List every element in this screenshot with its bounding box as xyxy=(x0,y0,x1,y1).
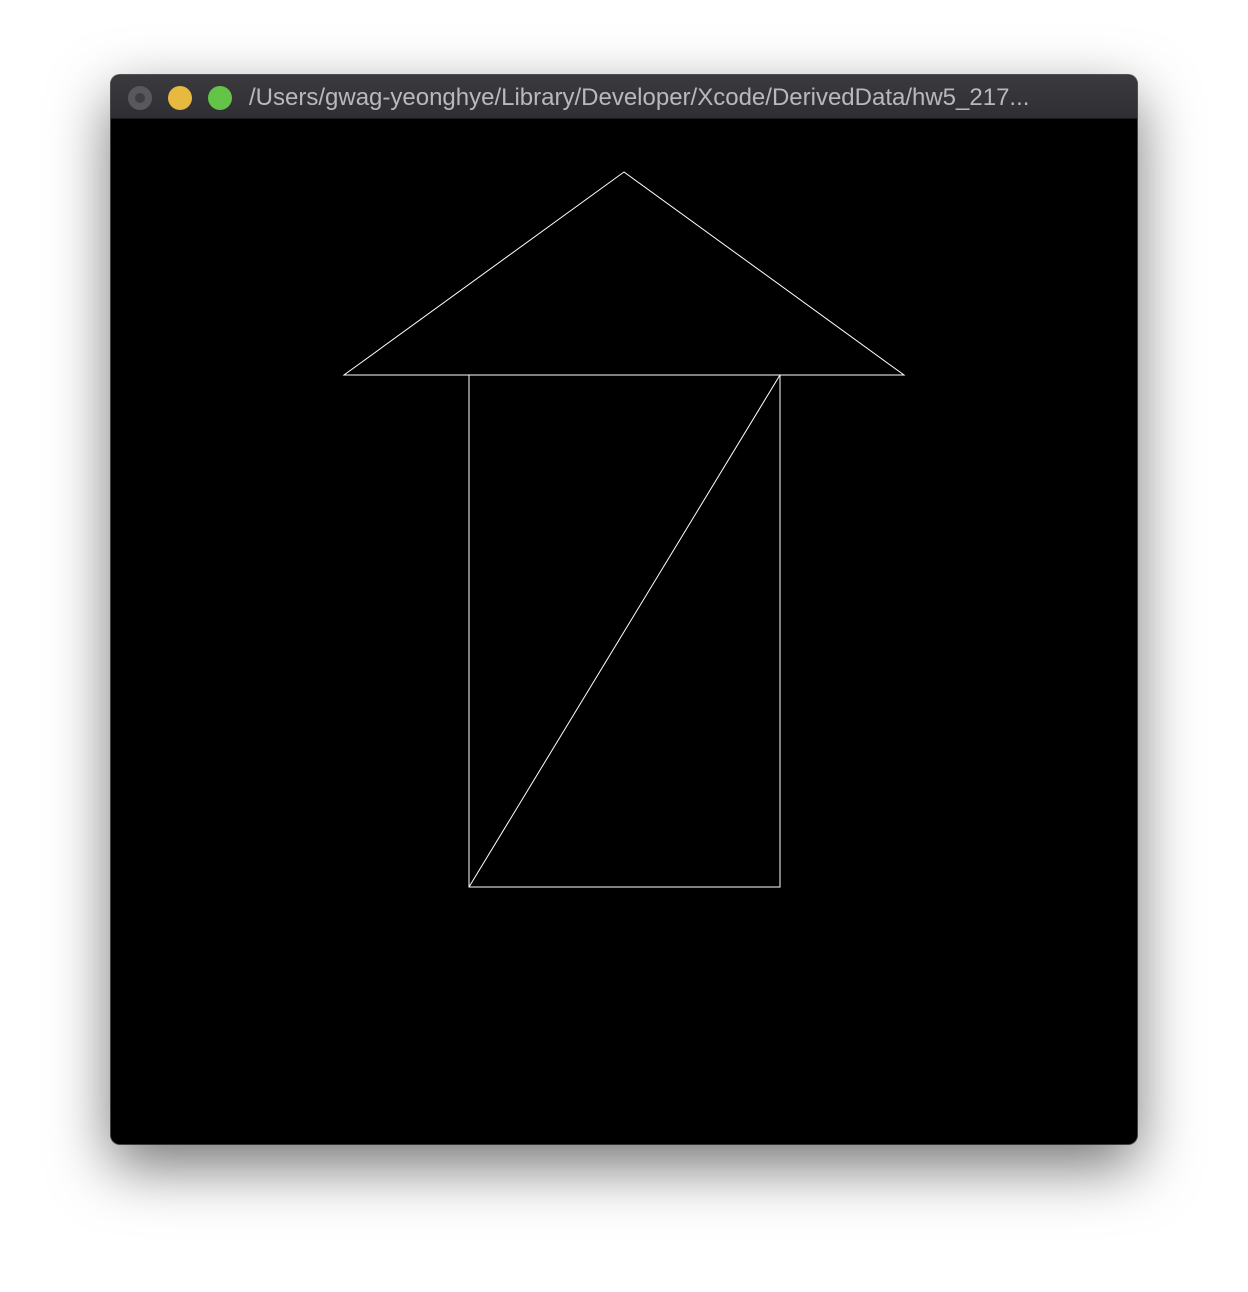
title-bar[interactable]: /Users/gwag-yeonghye/Library/Developer/X… xyxy=(111,75,1137,119)
drawing-svg xyxy=(342,171,906,888)
window-title: /Users/gwag-yeonghye/Library/Developer/X… xyxy=(249,84,1030,111)
close-icon[interactable] xyxy=(128,86,152,110)
app-window: /Users/gwag-yeonghye/Library/Developer/X… xyxy=(111,75,1137,1144)
maximize-icon[interactable] xyxy=(208,86,232,110)
arrow-head-triangle xyxy=(342,171,906,376)
minimize-icon[interactable] xyxy=(168,86,192,110)
shaft-diagonal-line xyxy=(468,374,781,888)
drawing-canvas xyxy=(111,119,1137,1144)
